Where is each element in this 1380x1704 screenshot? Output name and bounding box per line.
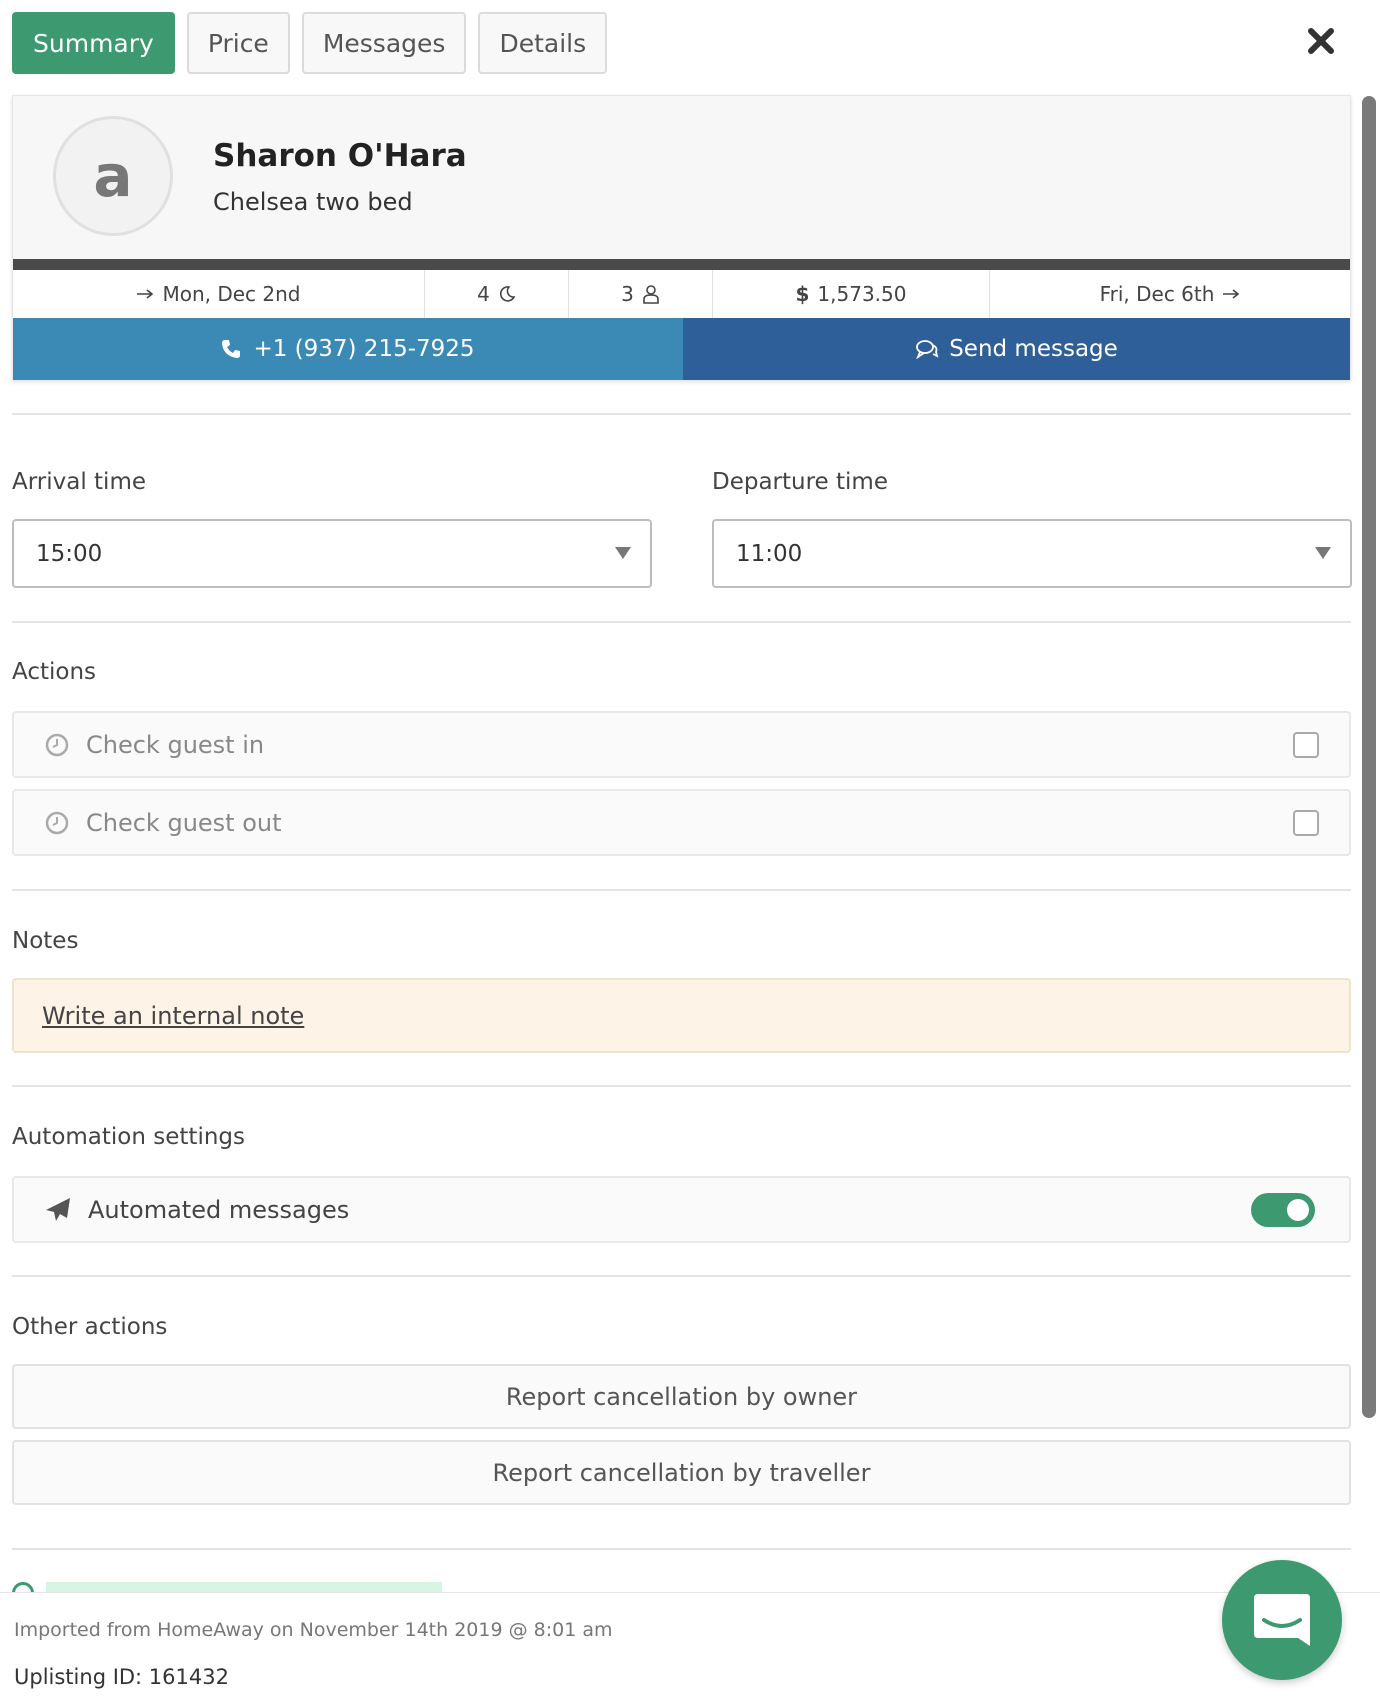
check-in-label: Check guest in [86,730,265,759]
avatar: a [53,116,173,236]
toggle-knob [1287,1199,1309,1221]
phone-icon [222,340,241,358]
departure-time-label: Departure time [712,469,888,495]
call-button[interactable]: +1 (937) 215-7925 [13,318,683,380]
scrollbar[interactable] [1362,96,1376,1418]
status-bar [13,259,1350,270]
chevron-down-icon [1315,547,1331,559]
guest-card: a Sharon O'Hara Chelsea two bed Mon, Dec… [12,95,1351,380]
divider [12,1085,1351,1087]
check-out-label: Check guest out [86,808,282,837]
arrow-right-icon [1223,289,1240,299]
arrival-time-select[interactable]: 15:00 [12,519,652,588]
tab-price[interactable]: Price [186,12,290,74]
other-actions-heading: Other actions [12,1314,168,1340]
check-in-checkbox[interactable] [1293,732,1319,758]
arrival-time-value: 15:00 [36,540,103,567]
divider [12,413,1351,415]
support-chat-icon[interactable] [1222,1560,1342,1680]
paper-plane-icon [46,1197,70,1221]
automation-heading: Automation settings [12,1124,245,1150]
guests-text: 3 [621,282,634,306]
guests-count: 3 [569,270,713,318]
user-icon [643,285,659,304]
total-price: $ 1,573.50 [713,270,990,318]
report-traveller-cancellation-button[interactable]: Report cancellation by traveller [12,1440,1351,1505]
clock-icon [45,811,69,834]
check-out-checkbox[interactable] [1293,810,1319,836]
arrival-date-text: Mon, Dec 2nd [162,282,301,306]
guest-name: Sharon O'Hara [213,138,467,174]
moon-icon [499,286,516,302]
support-chat-glyph [1254,1594,1310,1646]
check-out-action[interactable]: Check guest out [12,789,1351,856]
close-icon[interactable] [1306,26,1336,56]
total-price-text: 1,573.50 [817,282,907,306]
departure-time-select[interactable]: 11:00 [712,519,1352,588]
nights-count: 4 [425,270,569,318]
chevron-down-icon [615,547,631,559]
booking-stats: Mon, Dec 2nd 4 3 $ 1,573.50 Fri, Dec 6th [13,270,1350,318]
notes-heading: Notes [12,928,79,954]
departure-time-value: 11:00 [736,540,803,567]
automated-messages-label: Automated messages [88,1195,350,1224]
departure-date: Fri, Dec 6th [990,270,1350,318]
internal-note-box: Write an internal note [12,978,1351,1053]
actions-heading: Actions [12,659,97,685]
tab-messages[interactable]: Messages [301,12,467,74]
write-note-link[interactable]: Write an internal note [42,1002,304,1030]
listing-name: Chelsea two bed [213,188,413,216]
arrow-right-icon [137,289,154,299]
uplisting-id: Uplisting ID: 161432 [14,1665,229,1689]
arrival-date: Mon, Dec 2nd [13,270,425,318]
chat-icon [916,340,939,359]
cut-off-status-line [12,1582,442,1592]
send-message-label: Send message [949,336,1118,362]
phone-number: +1 (937) 215-7925 [253,336,475,362]
dollar-icon: $ [795,282,810,306]
divider [12,1275,1351,1277]
send-message-button[interactable]: Send message [683,318,1350,380]
nights-text: 4 [477,282,490,306]
departure-date-text: Fri, Dec 6th [1099,282,1215,306]
highlight-strip [46,1582,442,1592]
automated-messages-row: Automated messages [12,1176,1351,1243]
automated-messages-toggle[interactable] [1251,1193,1315,1227]
clock-icon [45,733,69,756]
tab-details[interactable]: Details [478,12,608,74]
check-in-action[interactable]: Check guest in [12,711,1351,778]
report-owner-cancellation-button[interactable]: Report cancellation by owner [12,1364,1351,1429]
contact-row: +1 (937) 215-7925 Send message [13,318,1350,380]
import-info: Imported from HomeAway on November 14th … [14,1619,613,1641]
divider [12,889,1351,891]
tab-summary[interactable]: Summary [12,12,175,74]
footer: Imported from HomeAway on November 14th … [0,1592,1380,1704]
tab-bar: Summary Price Messages Details [12,12,608,74]
divider [12,621,1351,623]
arrival-time-label: Arrival time [12,469,147,495]
status-circle-icon [12,1582,34,1592]
divider [12,1548,1351,1550]
